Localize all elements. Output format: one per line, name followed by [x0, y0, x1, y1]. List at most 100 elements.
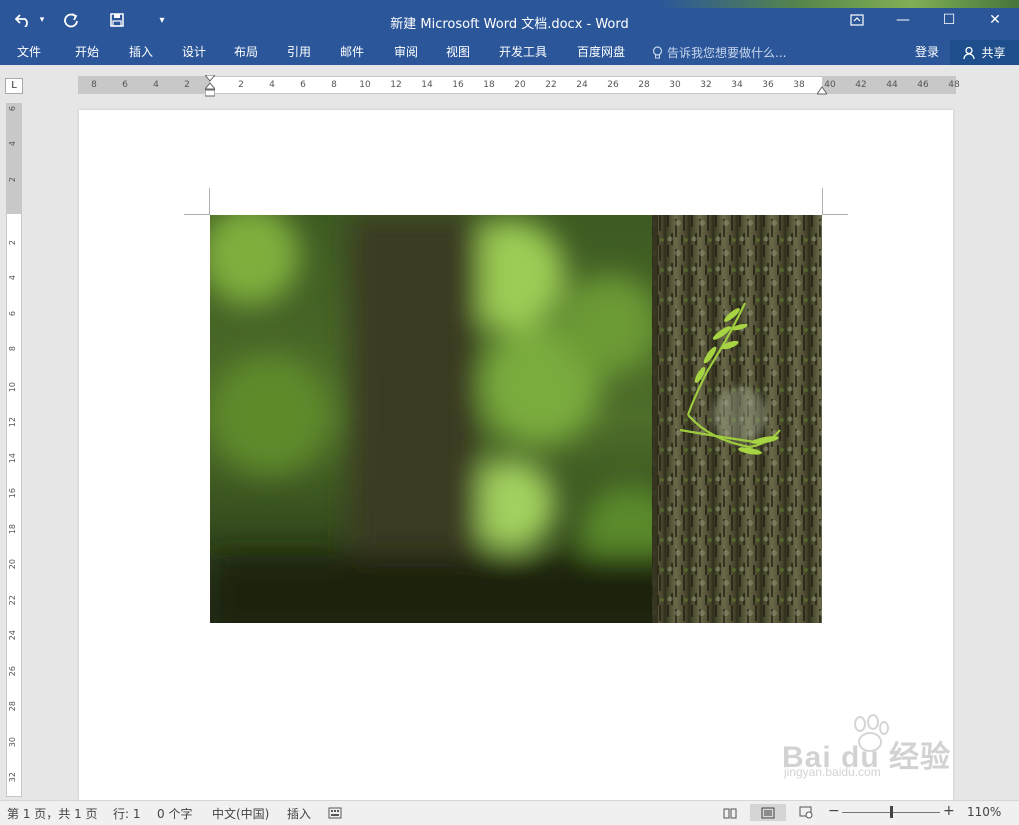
undo-icon[interactable] — [12, 10, 34, 30]
web-layout-icon[interactable] — [797, 804, 815, 821]
page-count[interactable]: 第 1 页，共 1 页 — [7, 805, 98, 822]
ruler-tick-label: 6 — [8, 105, 17, 111]
ruler-tick-label: 28 — [638, 80, 650, 90]
document-page[interactable] — [79, 110, 953, 800]
ruler-tick-label: 14 — [421, 80, 433, 90]
macro-record-icon[interactable] — [326, 804, 344, 821]
ruler-tick-label: 20 — [514, 80, 526, 90]
ruler-tick-label: 4 — [8, 141, 17, 147]
ruler-tick-label: 30 — [669, 80, 681, 90]
status-bar: 第 1 页，共 1 页 行: 1 0 个字 中文(中国) 插入 − + 110% — [0, 800, 1019, 825]
ruler-left-margin — [79, 77, 210, 93]
ruler-tick-label: 2 — [184, 80, 190, 90]
login-link[interactable]: 登录 — [915, 43, 939, 60]
insert-mode[interactable]: 插入 — [287, 805, 311, 822]
horizontal-ruler[interactable]: 8 6 4 2 2 4 6 8 10 12 14 16 18 20 22 24 26 28 30 32 34 36 38 40… — [78, 75, 960, 97]
tab-file[interactable]: 文件 — [15, 43, 43, 60]
ruler-tick-label: 38 — [793, 80, 805, 90]
ruler-tick-label: 8 — [8, 346, 17, 352]
tab-selector[interactable]: L — [5, 78, 23, 94]
tell-me-text: 告诉我您想要做什么... — [667, 46, 787, 60]
language[interactable]: 中文(中国) — [212, 805, 269, 822]
tab-baidu-netdisk[interactable]: 百度网盘 — [575, 43, 627, 60]
tab-layout[interactable]: 布局 — [232, 43, 260, 60]
ruler-tick-label: 22 — [545, 80, 557, 90]
redo-icon[interactable] — [60, 10, 82, 30]
ruler-tick-label: 28 — [8, 701, 17, 712]
ruler-tick-label: 18 — [8, 523, 17, 534]
ruler-tick-label: 12 — [390, 80, 402, 90]
crop-mark — [184, 214, 210, 215]
ruler-tick-label: 32 — [700, 80, 712, 90]
baidu-jingyan-watermark: Bai du 经验 jingyan.baidu.com — [780, 712, 965, 779]
ruler-tick-label: 42 — [855, 80, 867, 90]
save-icon[interactable] — [106, 10, 128, 30]
share-button[interactable]: 共享 — [950, 40, 1019, 65]
crop-mark — [822, 188, 823, 214]
tell-me-box[interactable]: 告诉我您想要做什么... — [652, 44, 786, 61]
undo-dropdown-icon[interactable]: ▾ — [36, 10, 48, 30]
word-count[interactable]: 0 个字 — [157, 805, 192, 822]
ruler-tick-label: 34 — [731, 80, 743, 90]
maximize-button[interactable]: ☐ — [926, 6, 972, 34]
customize-icon[interactable]: ▾ — [152, 10, 172, 30]
zoom-level[interactable]: 110% — [967, 805, 1001, 819]
ruler-tick-label: 4 — [269, 80, 275, 90]
ruler-tick-label: 22 — [8, 594, 17, 605]
ruler-tick-label: 10 — [8, 381, 17, 392]
ruler-tick-label: 4 — [153, 80, 159, 90]
ruler-top-margin — [7, 104, 21, 214]
tab-review[interactable]: 审阅 — [392, 43, 420, 60]
tab-mailings[interactable]: 邮件 — [338, 43, 366, 60]
ruler-tick-label: 6 — [122, 80, 128, 90]
crop-mark — [822, 214, 848, 215]
ruler-tick-label: 4 — [8, 275, 17, 281]
minimize-button[interactable]: — — [880, 6, 926, 34]
ruler-tick-label: 46 — [917, 80, 929, 90]
tab-references[interactable]: 引用 — [285, 43, 313, 60]
ruler-tick-label: 2 — [8, 176, 17, 182]
ruler-tick-label: 20 — [8, 559, 17, 570]
lightbulb-icon — [652, 45, 663, 58]
inserted-image[interactable] — [210, 215, 822, 623]
ruler-tick-label: 10 — [359, 80, 371, 90]
ruler-tick-label: 14 — [8, 452, 17, 463]
vertical-ruler[interactable]: 6 4 2 2 4 6 8 10 12 14 16 18 20 22 24 26 28 30 32 — [6, 103, 22, 797]
zoom-slider-thumb[interactable] — [890, 806, 893, 818]
ruler-tick-label: 8 — [331, 80, 337, 90]
crop-mark — [209, 188, 210, 214]
tab-home[interactable]: 开始 — [73, 43, 101, 60]
ruler-tick-label: 8 — [91, 80, 97, 90]
ruler-tick-label: 26 — [8, 665, 17, 676]
indent-marker-icon[interactable] — [205, 75, 215, 97]
read-mode-icon[interactable] — [721, 804, 739, 821]
right-indent-marker-icon[interactable] — [817, 85, 827, 95]
ruler-tick-label: 16 — [452, 80, 464, 90]
tab-design[interactable]: 设计 — [180, 43, 208, 60]
ruler-tick-label: 2 — [238, 80, 244, 90]
ruler-tick-label: 48 — [948, 80, 960, 90]
ruler-tick-label: 30 — [8, 736, 17, 747]
line-number[interactable]: 行: 1 — [113, 805, 141, 822]
ruler-tick-label: 32 — [8, 772, 17, 783]
ruler-tick-label: 24 — [576, 80, 588, 90]
tab-insert[interactable]: 插入 — [127, 43, 155, 60]
person-icon — [963, 46, 976, 59]
zoom-out-button[interactable]: − — [828, 803, 840, 819]
ruler-tick-label: 18 — [483, 80, 495, 90]
ruler-tick-label: 44 — [886, 80, 898, 90]
ruler-tick-label: 24 — [8, 630, 17, 641]
ribbon-tabs: 文件 开始 插入 设计 布局 引用 邮件 审阅 视图 开发工具 百度网盘 告诉我… — [0, 40, 1019, 65]
title-bar: ▾ ▾ 新建 Microsoft Word 文档.docx - Word — ☐… — [0, 0, 1019, 40]
print-layout-icon[interactable] — [750, 804, 786, 821]
tab-view[interactable]: 视图 — [444, 43, 472, 60]
close-button[interactable]: ✕ — [972, 6, 1018, 34]
ruler-tick-label: 26 — [607, 80, 619, 90]
ruler-tick-label: 12 — [8, 417, 17, 428]
ribbon-display-options-icon[interactable] — [834, 6, 880, 34]
tab-developer[interactable]: 开发工具 — [497, 43, 549, 60]
ruler-tick-label: 16 — [8, 488, 17, 499]
zoom-in-button[interactable]: + — [943, 803, 955, 819]
ruler-tick-label: 6 — [8, 310, 17, 316]
ruler-tick-label: 2 — [8, 239, 17, 245]
